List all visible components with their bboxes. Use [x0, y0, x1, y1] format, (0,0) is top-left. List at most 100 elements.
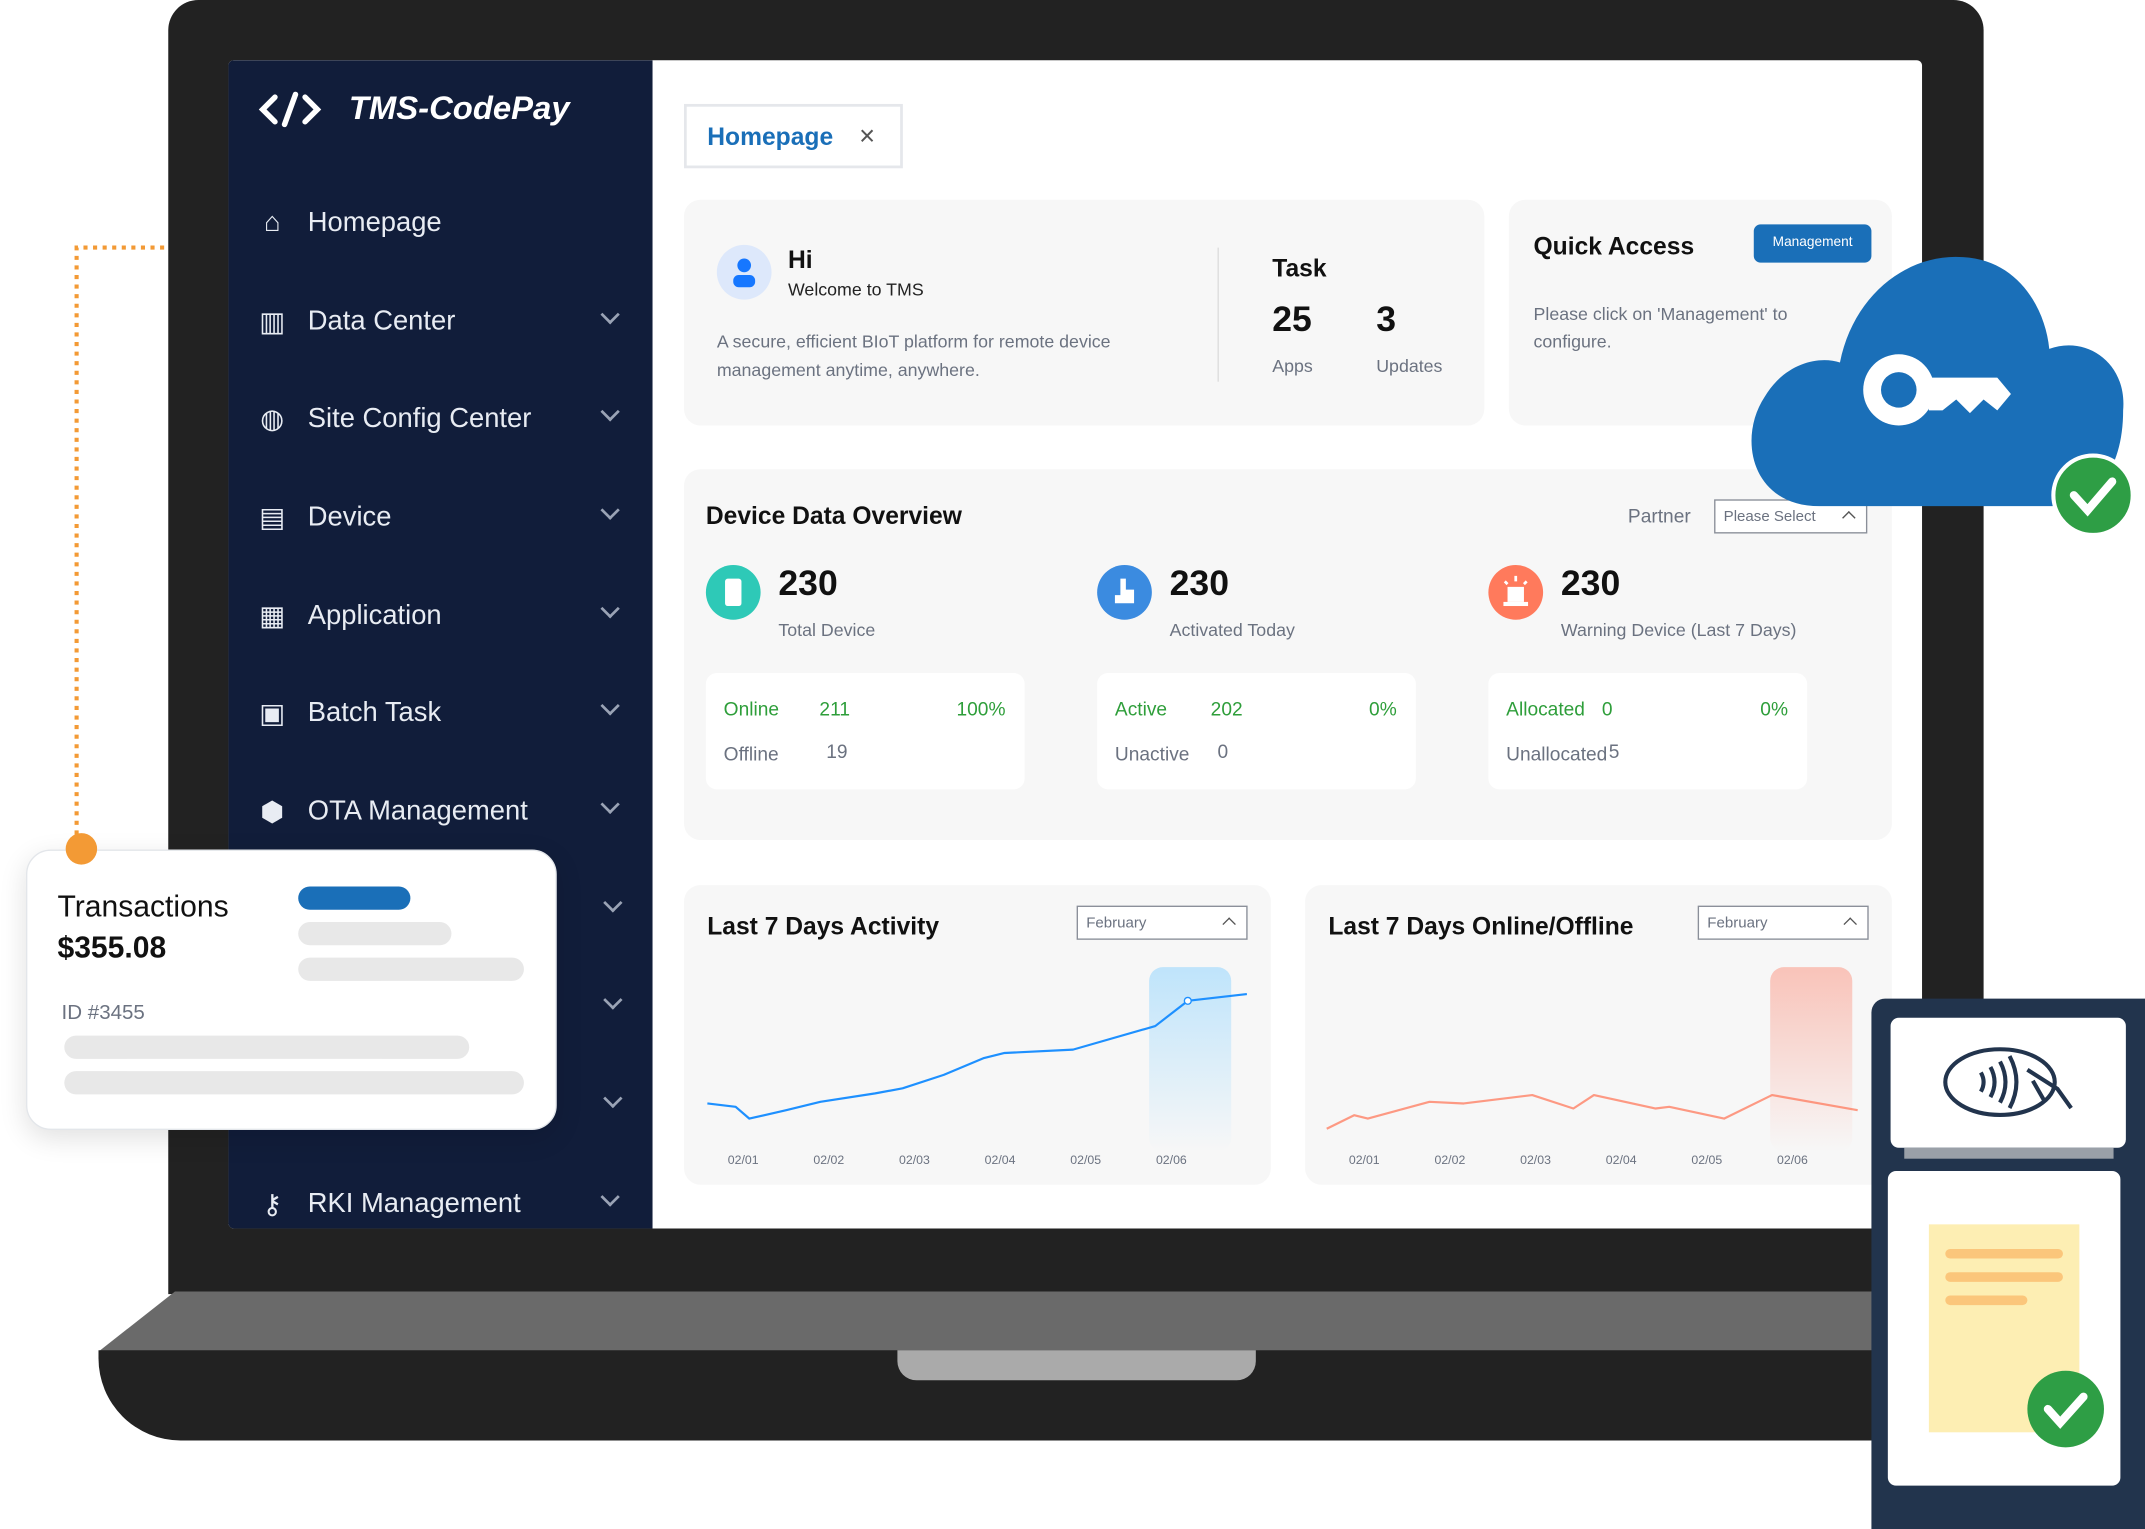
sidebar-item-homepage[interactable]: ⌂ Homepage: [259, 196, 617, 251]
stat-label: Warning Device (Last 7 Days): [1560, 619, 1797, 641]
data-point: [1183, 996, 1192, 1005]
connector-dot: [65, 833, 98, 865]
chevron-down-icon[interactable]: [600, 304, 620, 325]
alarm-icon: [1488, 564, 1544, 620]
sidebar-item-label: Device: [307, 501, 392, 532]
phone-icon: [705, 564, 761, 620]
chevron-down-icon[interactable]: [600, 794, 620, 815]
row-percent: 0%: [1760, 697, 1788, 720]
payment-terminal: [1871, 998, 2145, 1529]
stat-label: Total Device: [778, 619, 876, 641]
month-select[interactable]: February: [1076, 905, 1248, 940]
row-value: 0: [1601, 697, 1613, 720]
chevron-down-icon[interactable]: [600, 1187, 620, 1207]
tap-icon: [1097, 564, 1152, 620]
sidebar-item-label: Batch Task: [307, 696, 442, 728]
apps-count: 25: [1272, 298, 1312, 340]
chevron-up-icon: [1843, 917, 1857, 931]
highlight-column: [1770, 967, 1853, 1152]
sidebar-item-batch-task[interactable]: ▣ Batch Task: [259, 685, 620, 740]
x-tick-label: 02/05: [1691, 1153, 1723, 1167]
chevron-down-icon[interactable]: [603, 1088, 623, 1109]
stat-detail-box: Online 211 100% Offline 19: [705, 673, 1025, 790]
sidebar-item-label: OTA Management: [307, 795, 528, 826]
tab-homepage[interactable]: Homepage ×: [684, 103, 903, 169]
greeting: Hi: [787, 246, 813, 274]
chart-icon: ▥: [259, 307, 286, 338]
sidebar-item-label: Homepage: [307, 207, 442, 238]
welcome-card: Hi Welcome to TMS A secure, efficient BI…: [684, 199, 1485, 426]
stat-detail-box: Active 202 0% Unactive 0: [1097, 673, 1416, 790]
terminal-screen: [1890, 1017, 2126, 1148]
welcome-subtitle: Welcome to TMS: [787, 279, 924, 300]
sidebar-item-label: Application: [307, 599, 442, 630]
laptop-base: [98, 1291, 2014, 1352]
sidebar-item-ota-management[interactable]: ⬢ OTA Management: [259, 784, 620, 839]
status-pill: [298, 886, 411, 910]
description-line1: A secure, efficient BIoT platform for re…: [716, 331, 1111, 352]
row-label: Unallocated: [1506, 742, 1608, 765]
sidebar-item-device[interactable]: ▤ Device: [259, 490, 620, 545]
avatar: [716, 244, 772, 300]
sidebar-item-label: RKI Management: [307, 1188, 521, 1219]
row-value: 0: [1217, 740, 1229, 762]
row-percent: 0%: [1369, 697, 1397, 720]
placeholder-bar: [298, 922, 452, 946]
row-label: Online: [723, 697, 780, 720]
overview-title: Device Data Overview: [705, 502, 962, 530]
tab-close-icon[interactable]: ×: [859, 122, 875, 153]
transaction-title: Transactions: [57, 889, 229, 924]
chevron-down-icon[interactable]: [600, 402, 620, 422]
row-label: Unactive: [1114, 742, 1190, 765]
device-overview-card: Device Data Overview Partner Please Sele…: [684, 469, 1892, 840]
placeholder-bar: [64, 1035, 470, 1059]
row-percent: 100%: [956, 697, 1006, 720]
sidebar-item-application[interactable]: ▦ Application: [259, 588, 620, 643]
user-icon: [733, 258, 756, 288]
description-line2: management anytime, anywhere.: [716, 359, 980, 381]
chart-card: Last 7 Days Online/Offline February 02/01…: [1305, 885, 1892, 1185]
chevron-down-icon[interactable]: [600, 500, 620, 520]
transaction-amount: $355.08: [57, 930, 167, 965]
chevron-down-icon[interactable]: [603, 893, 623, 913]
chevron-down-icon[interactable]: [603, 990, 623, 1010]
app-logo[interactable]: TMS-CodePay: [258, 90, 570, 128]
sidebar-item-rki-management[interactable]: ⚷ RKI Management: [259, 1176, 620, 1228]
sidebar-item-label: Data Center: [307, 305, 456, 336]
terminal-lower-screen: [1887, 1171, 2121, 1486]
sidebar-item-data-center[interactable]: ▥ Data Center: [259, 294, 620, 349]
month-value: February: [1707, 915, 1768, 932]
sidebar-item-label: Site Config Center: [307, 402, 532, 433]
key-icon: ⚷: [262, 1189, 283, 1220]
x-tick-label: 02/02: [1434, 1153, 1466, 1167]
row-value: 211: [819, 697, 850, 720]
row-value: 5: [1608, 740, 1620, 762]
connector-line: [74, 245, 165, 835]
partner-label: Partner: [1627, 504, 1691, 527]
month-select[interactable]: February: [1697, 905, 1869, 940]
row-value: 19: [826, 740, 848, 762]
sidebar-item-site-config-center[interactable]: ◍ Site Config Center: [259, 391, 620, 446]
row-label: Allocated: [1506, 697, 1585, 720]
globe-icon: ◍: [260, 404, 285, 435]
home-icon: ⌂: [263, 207, 281, 238]
chevron-up-icon: [1222, 917, 1236, 931]
device-icon: ▤: [259, 502, 286, 533]
x-tick-label: 02/02: [813, 1153, 845, 1167]
cloud-key-icon: [1751, 256, 2135, 537]
apps-label: Apps: [1272, 355, 1313, 377]
cube-icon: ⬢: [260, 796, 285, 827]
highlight-column: [1149, 967, 1232, 1152]
chevron-down-icon[interactable]: [600, 696, 620, 716]
x-tick-label: 02/06: [1155, 1153, 1187, 1167]
stat-detail-box: Allocated 0 0% Unallocated 5: [1488, 673, 1808, 790]
chevron-down-icon[interactable]: [600, 599, 620, 619]
placeholder-bar: [64, 1071, 524, 1095]
x-tick-label: 02/01: [1348, 1153, 1380, 1167]
contactless-payment-icon: [1943, 1047, 2073, 1117]
batch-icon: ▣: [259, 698, 286, 729]
laptop-notch: [897, 1350, 1256, 1381]
transaction-card: Transactions $355.08 ID #3455: [25, 849, 557, 1130]
updates-label: Updates: [1376, 355, 1443, 377]
stat-label: Activated Today: [1169, 619, 1295, 641]
